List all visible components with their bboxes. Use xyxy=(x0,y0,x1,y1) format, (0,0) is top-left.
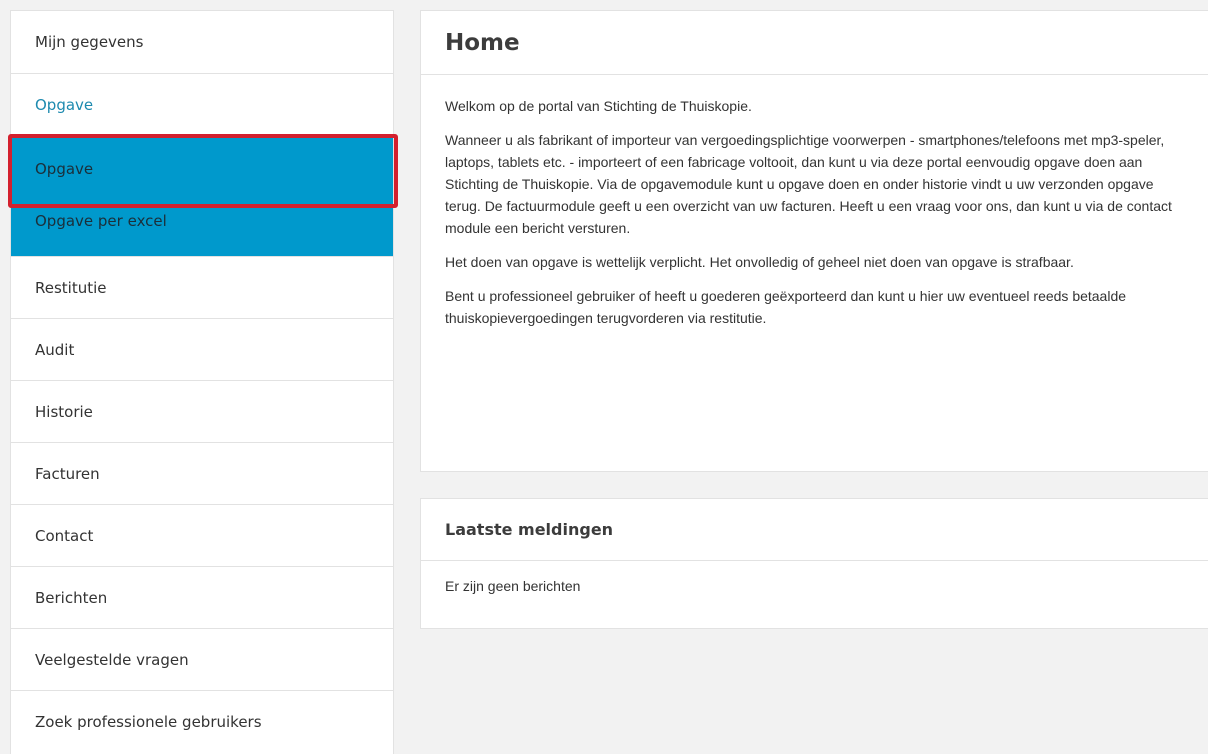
notifications-panel: Laatste meldingen Er zijn geen berichten xyxy=(420,498,1208,629)
home-panel-body: Welkom op de portal van Stichting de Thu… xyxy=(421,75,1208,329)
sidebar-item-zoek-professionele-gebruikers[interactable]: Zoek professionele gebruikers xyxy=(11,691,393,753)
welcome-paragraph: Welkom op de portal van Stichting de Thu… xyxy=(445,98,752,114)
sidebar-item-veelgestelde-vragen[interactable]: Veelgestelde vragen xyxy=(11,629,393,691)
sidebar-item-contact[interactable]: Contact xyxy=(11,505,393,567)
sidebar-item-facturen[interactable]: Facturen xyxy=(11,443,393,505)
sidebar-item-historie[interactable]: Historie xyxy=(11,381,393,443)
sidebar-item-audit[interactable]: Audit xyxy=(11,319,393,381)
notifications-panel-header: Laatste meldingen xyxy=(421,499,1208,561)
sidebar-item-mijn-gegevens[interactable]: Mijn gegevens xyxy=(11,11,393,74)
notifications-empty-text: Er zijn geen berichten xyxy=(445,578,581,594)
obligation-paragraph: Het doen van opgave is wettelijk verplic… xyxy=(445,254,1074,270)
home-panel: Home Welkom op de portal van Stichting d… xyxy=(420,10,1208,472)
home-panel-header: Home xyxy=(421,11,1208,75)
sidebar-nav: Mijn gegevens Opgave Opgave Opgave per e… xyxy=(10,10,394,754)
sidebar-item-berichten[interactable]: Berichten xyxy=(11,567,393,629)
notifications-title: Laatste meldingen xyxy=(445,520,614,539)
sidebar-item-opgave[interactable]: Opgave xyxy=(11,74,393,136)
page-title: Home xyxy=(445,29,520,56)
sidebar-subgroup-opgave: Opgave Opgave per excel xyxy=(11,136,393,257)
sidebar-subitem-opgave-per-excel[interactable]: Opgave per excel xyxy=(35,212,167,230)
sidebar-item-restitutie[interactable]: Restitutie xyxy=(11,257,393,319)
notifications-panel-body: Er zijn geen berichten xyxy=(421,561,1208,597)
intro-paragraph: Wanneer u als fabrikant of importeur van… xyxy=(445,132,1172,236)
restitution-paragraph: Bent u professioneel gebruiker of heeft … xyxy=(445,288,1127,326)
sidebar-subitem-opgave[interactable]: Opgave xyxy=(35,160,93,178)
